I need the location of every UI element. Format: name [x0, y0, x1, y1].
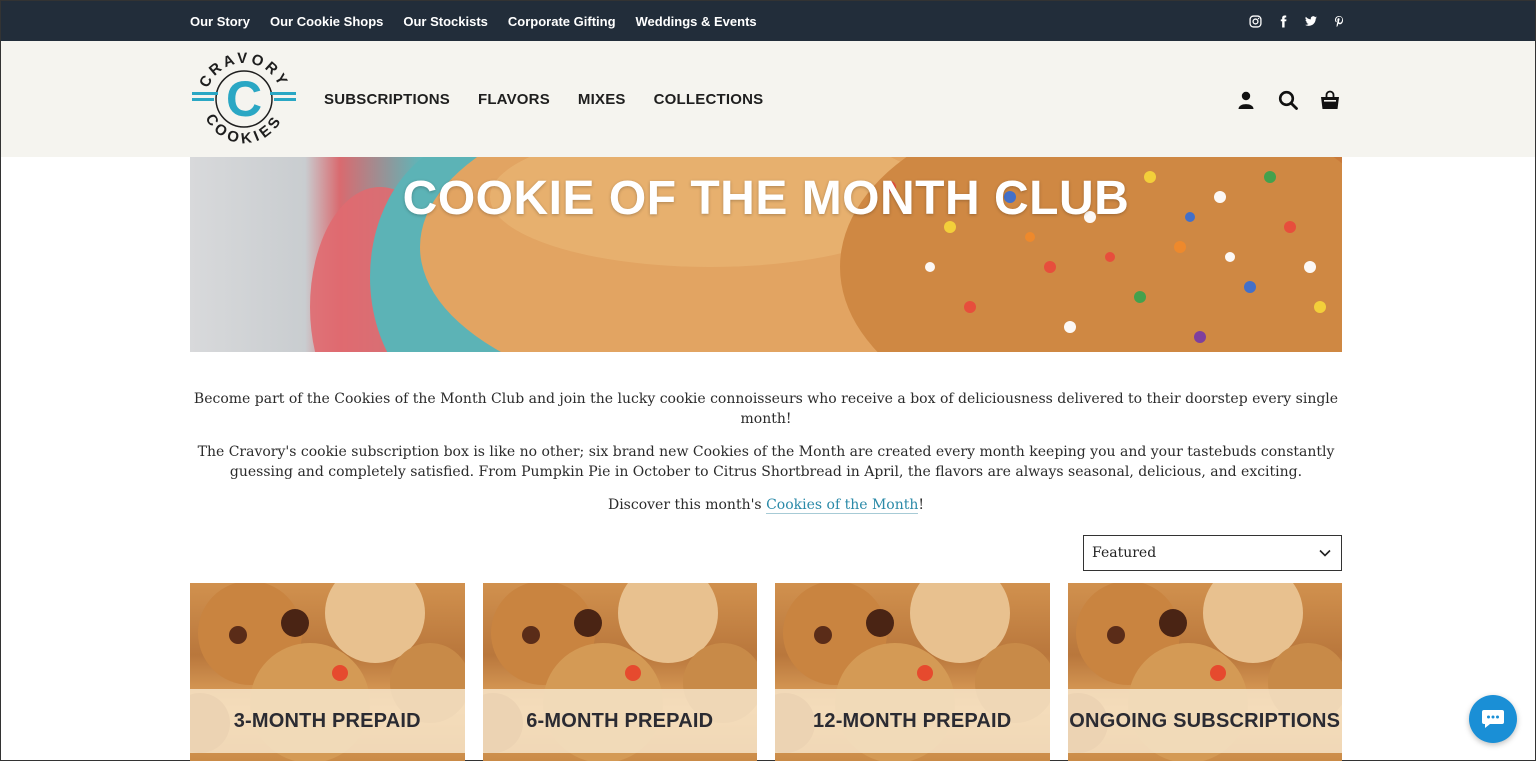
account-icon[interactable] [1235, 89, 1257, 111]
top-nav-cookie-shops[interactable]: Our Cookie Shops [270, 14, 383, 29]
nav-subscriptions[interactable]: SUBSCRIPTIONS [324, 91, 450, 108]
product-label-band: 12-MONTH PREPAID [775, 689, 1050, 753]
social-links [1248, 14, 1346, 28]
header-icons [1235, 89, 1341, 111]
product-card-ongoing[interactable]: ONGOING SUBSCRIPTIONS [1067, 583, 1342, 761]
chat-button[interactable] [1469, 695, 1517, 743]
facebook-icon[interactable] [1276, 14, 1290, 28]
product-card-6-month[interactable]: 6-MONTH PREPAID [482, 583, 757, 761]
top-nav-weddings-events[interactable]: Weddings & Events [636, 14, 757, 29]
intro-p3-suffix: ! [918, 497, 925, 513]
top-nav-stockists[interactable]: Our Stockists [403, 14, 488, 29]
intro-p3-prefix: Discover this month's [607, 497, 767, 513]
top-nav-corporate-gifting[interactable]: Corporate Gifting [508, 14, 616, 29]
intro-paragraph-2: The Cravory's cookie subscription box is… [197, 444, 1335, 480]
search-icon[interactable] [1277, 89, 1299, 111]
product-card-12-month[interactable]: 12-MONTH PREPAID [775, 583, 1050, 761]
product-title: 3-MONTH PREPAID [233, 709, 421, 732]
product-title: 6-MONTH PREPAID [526, 709, 714, 732]
top-bar: Our Story Our Cookie Shops Our Stockists… [1, 1, 1535, 41]
top-nav: Our Story Our Cookie Shops Our Stockists… [190, 14, 757, 29]
hero-banner: COOKIE OF THE MONTH CLUB [190, 157, 1342, 352]
intro-paragraph-1: Become part of the Cookies of the Month … [193, 391, 1339, 427]
twitter-icon[interactable] [1304, 14, 1318, 28]
intro-paragraph-3: Discover this month's Cookies of the Mon… [190, 495, 1342, 515]
cart-icon[interactable] [1319, 89, 1341, 111]
product-label-band: 3-MONTH PREPAID [190, 689, 465, 753]
nav-mixes[interactable]: MIXES [578, 91, 626, 108]
product-title: 12-MONTH PREPAID [813, 709, 1012, 732]
site-header: C CRAVORY COOKIES SUBSCRIPTIONS FLAVORS … [1, 41, 1535, 157]
product-label-band: 6-MONTH PREPAID [482, 689, 757, 753]
product-label-band: ONGOING SUBSCRIPTIONS [1067, 689, 1342, 753]
sort-selected-value: Featured [1092, 545, 1157, 561]
product-grid: 3-MONTH PREPAID 6-MONTH PREPAID 12-MONTH… [190, 583, 1342, 761]
nav-collections[interactable]: COLLECTIONS [654, 91, 764, 108]
logo-letter: C [226, 71, 262, 127]
cravory-cookies-logo[interactable]: C CRAVORY COOKIES [190, 45, 298, 153]
sort-select[interactable]: Featured [1083, 535, 1342, 571]
main-nav: SUBSCRIPTIONS FLAVORS MIXES COLLECTIONS [324, 91, 763, 108]
pinterest-icon[interactable] [1332, 14, 1346, 28]
product-card-3-month[interactable]: 3-MONTH PREPAID [190, 583, 465, 761]
cookies-of-the-month-link[interactable]: Cookies of the Month [766, 497, 919, 514]
chat-icon [1482, 710, 1504, 728]
product-title: ONGOING SUBSCRIPTIONS [1069, 709, 1341, 732]
page-title: COOKIE OF THE MONTH CLUB [402, 172, 1130, 225]
top-nav-our-story[interactable]: Our Story [190, 14, 250, 29]
nav-flavors[interactable]: FLAVORS [478, 91, 550, 108]
chevron-down-icon [1319, 545, 1331, 561]
instagram-icon[interactable] [1248, 14, 1262, 28]
intro-text: Become part of the Cookies of the Month … [190, 389, 1342, 528]
